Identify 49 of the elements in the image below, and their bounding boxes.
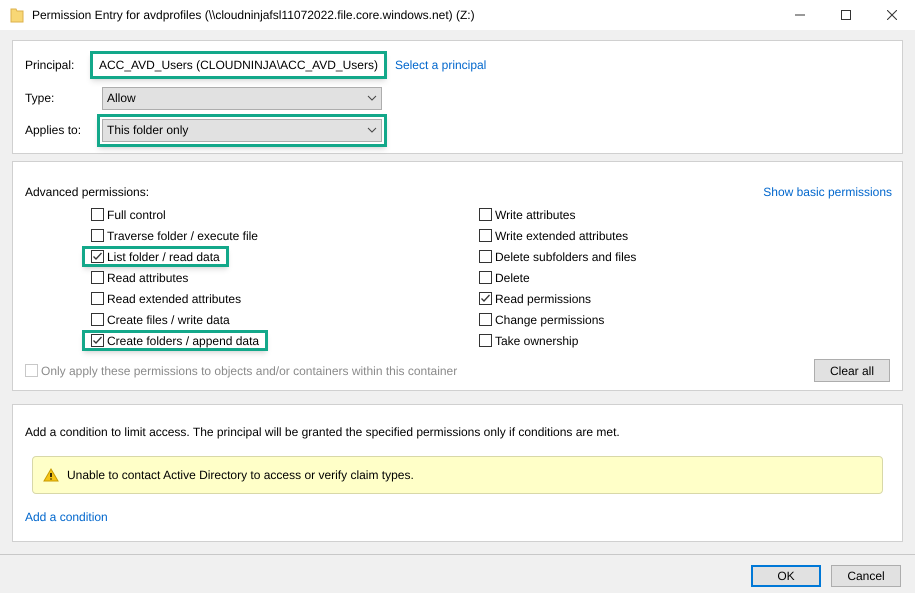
checkbox[interactable]: [479, 313, 492, 326]
checkbox[interactable]: [91, 271, 104, 284]
permission-label: Create files / write data: [107, 312, 230, 328]
permission-label: Take ownership: [495, 332, 578, 350]
warning-icon: [43, 468, 59, 482]
window-title: Permission Entry for avdprofiles (\\cloudninjafsl11072022.file.core.windows.net) (Z:): [32, 7, 475, 24]
permission-label: Change permissions: [495, 312, 604, 328]
permission-label: Delete subfolders and files: [495, 248, 636, 266]
permission-label: Full control: [107, 206, 166, 224]
permission-label: Traverse folder / execute file: [107, 228, 258, 244]
permission-label: Write extended attributes: [495, 228, 628, 244]
chevron-down-icon: [367, 95, 377, 101]
checkbox[interactable]: [479, 271, 492, 284]
dialog-button[interactable]: OK: [751, 565, 821, 587]
dropdown[interactable]: Allow: [102, 86, 382, 110]
checkbox[interactable]: [91, 313, 104, 326]
field-label: Principal:: [25, 57, 76, 74]
permission-label: Write attributes: [495, 206, 576, 224]
permission-label: Read attributes: [107, 270, 188, 286]
select-principal-link[interactable]: Select a principal: [394, 56, 486, 74]
checkbox-label: Only apply these permissions to objects and/or containers within this container: [41, 362, 458, 380]
checkbox[interactable]: [479, 229, 492, 242]
condition-description: Add a condition to limit access. The principal will be granted the specified permissions only if conditions are met.: [25, 424, 621, 441]
dialog-button[interactable]: Cancel: [831, 565, 901, 587]
permission-label: Create folders / append data: [107, 332, 260, 350]
checkbox[interactable]: [479, 292, 492, 305]
section-heading: Advanced permissions:: [25, 184, 150, 201]
show-basic-permissions-link[interactable]: Show basic permissions: [763, 183, 892, 201]
checkbox[interactable]: [479, 250, 492, 263]
checkbox[interactable]: [91, 229, 104, 242]
checkbox[interactable]: [479, 334, 492, 347]
checkbox[interactable]: [479, 208, 492, 221]
clear-all-button[interactable]: Clear all: [814, 359, 890, 382]
add-condition-link[interactable]: Add a condition: [25, 508, 108, 526]
permission-label: Read permissions: [495, 290, 592, 308]
principal-name: ACC_AVD_Users (CLOUDNINJA\ACC_AVD_Users): [90, 51, 387, 79]
folder-icon: [10, 7, 24, 23]
chevron-down-icon: [367, 127, 377, 133]
checkbox[interactable]: [91, 334, 104, 347]
warning-text: Unable to contact Active Directory to access or verify claim types.: [67, 467, 414, 484]
checkbox[interactable]: [91, 250, 104, 263]
permission-label: Delete: [495, 270, 530, 286]
dropdown[interactable]: This folder only: [102, 118, 382, 142]
permission-label: List folder / read data: [107, 248, 220, 266]
field-label: Applies to:: [25, 122, 82, 139]
permission-label: Read extended attributes: [107, 290, 242, 308]
field-label: Type:: [25, 90, 56, 107]
checkbox[interactable]: [91, 208, 104, 221]
checkbox[interactable]: [91, 292, 104, 305]
